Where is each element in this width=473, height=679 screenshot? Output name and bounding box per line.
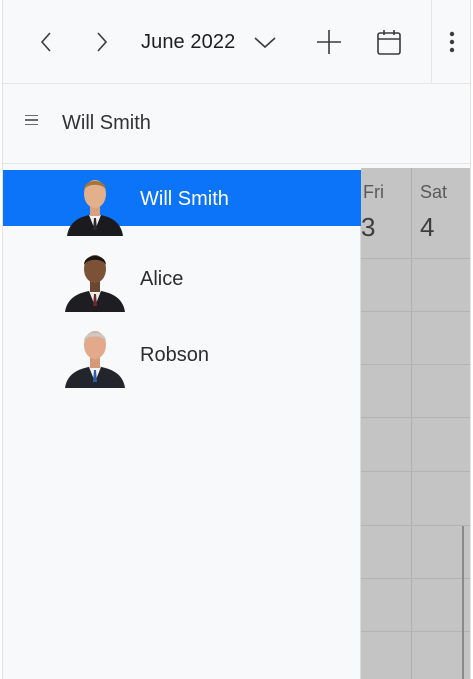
- day-number: 3: [361, 212, 376, 242]
- toolbar-divider: [431, 0, 432, 84]
- add-event-button[interactable]: [309, 22, 349, 62]
- grid-column-divider: [411, 168, 412, 679]
- day-header-sat[interactable]: Sat 4: [411, 168, 470, 258]
- grid-row-line: [361, 364, 470, 365]
- resource-item-robson[interactable]: Robson: [3, 326, 361, 388]
- day-name: Sat: [420, 182, 448, 202]
- resource-item-alice[interactable]: Alice: [3, 250, 361, 312]
- grid-row-line: [361, 311, 470, 312]
- day-name: Fri: [363, 182, 384, 202]
- today-button[interactable]: [369, 22, 409, 62]
- calendar-grid: Fri 3 Sat 4: [361, 168, 470, 679]
- toolbar: June 2022: [3, 0, 470, 84]
- resource-header: Will Smith: [3, 84, 470, 164]
- date-label: June 2022: [141, 30, 236, 53]
- hamburger-icon: [25, 115, 45, 126]
- resource-header-title: Will Smith: [62, 112, 151, 134]
- more-vertical-icon: [449, 31, 455, 53]
- grid-row-line: [361, 471, 470, 472]
- grid-row-line: [361, 417, 470, 418]
- resource-item-will-smith[interactable]: Will Smith: [3, 170, 361, 236]
- plus-icon: [317, 30, 341, 54]
- grid-row-line: [361, 525, 470, 526]
- chevron-down-icon: [254, 37, 276, 49]
- chevron-right-icon: [97, 32, 108, 52]
- more-options-button[interactable]: [437, 22, 467, 62]
- resource-menu-button[interactable]: [25, 112, 45, 132]
- scheduler-window: June 2022 Will Smith Fri 3 Sat 4 Will Sm…: [2, 0, 471, 679]
- grid-row-line: [361, 258, 470, 259]
- chevron-left-icon: [40, 32, 51, 52]
- previous-button[interactable]: [31, 22, 61, 62]
- day-header-fri[interactable]: Fri 3: [361, 168, 411, 258]
- resource-label: Alice: [140, 268, 184, 290]
- vertical-scrollbar[interactable]: [462, 526, 464, 679]
- grid-row-line: [361, 578, 470, 579]
- resource-drawer: Will Smith Alice Robson: [3, 170, 361, 679]
- avatar: [65, 255, 125, 312]
- resource-label: Will Smith: [140, 188, 229, 210]
- resource-label: Robson: [140, 344, 209, 366]
- day-number: 4: [420, 212, 435, 242]
- next-button[interactable]: [87, 22, 117, 62]
- date-picker-button[interactable]: June 2022: [141, 22, 291, 62]
- calendar-icon: [377, 30, 401, 55]
- grid-row-line: [361, 631, 470, 632]
- avatar: [65, 331, 125, 388]
- avatar: [67, 180, 123, 236]
